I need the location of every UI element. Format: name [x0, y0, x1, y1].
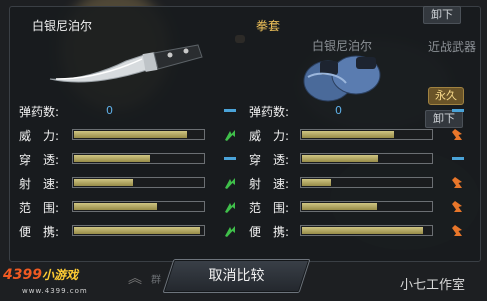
right-stat-value: 0 [335, 104, 342, 117]
left-stat-bar-fill [74, 227, 200, 234]
right-weapon-name: 拳套 [256, 19, 281, 33]
left-stat-bar [72, 201, 205, 212]
left-stat-bar [72, 225, 205, 236]
right-stat-bar [300, 153, 433, 164]
stat-row: 威 力: 威 力: [10, 127, 480, 143]
right-dash-icon [451, 152, 465, 166]
left-stat-bar [72, 177, 205, 188]
compare-up-arrow-icon [223, 200, 237, 214]
right-stat-bar-fill [302, 131, 394, 138]
left-weapon-name: 白银尼泊尔 [32, 19, 93, 33]
right-stat-bar [300, 177, 433, 188]
bg-item-name: 白银尼泊尔 [312, 39, 373, 53]
cancel-compare-label: 取消比较 [208, 268, 265, 284]
right-stat-bar [300, 201, 433, 212]
knife-image [49, 44, 203, 83]
compare-up-arrow-icon [223, 176, 237, 190]
logo-text: 小游戏 [41, 268, 78, 282]
compare-panel: 白银尼泊尔 拳套 卸下 白银尼泊尔 近战武器 永久 卸下 弹药数: 0 弹药数: 0 威… [9, 6, 481, 262]
watermark: 小七工作室 [400, 278, 466, 293]
right-stat-bar-fill [302, 179, 331, 186]
stat-row: 弹药数: 0 弹药数: 0 [10, 103, 480, 119]
stat-row: 范 围: 范 围: [10, 199, 480, 215]
site-logo: 4399小游戏 [3, 266, 78, 283]
double-chevron-icon: ︽ [128, 271, 142, 287]
right-stat-bar-fill [302, 203, 377, 210]
compare-up-arrow-icon [223, 224, 237, 238]
left-stat-bar [72, 153, 205, 164]
stat-row: 便 携: 便 携: [10, 223, 480, 239]
bg-category: 近战武器 [428, 40, 477, 54]
right-down-arrow-icon [451, 176, 465, 190]
left-stat-bar-fill [74, 131, 187, 138]
compare-dash-icon [223, 104, 237, 118]
compare-up-arrow-icon [223, 128, 237, 142]
right-down-arrow-icon [451, 128, 465, 142]
side-tab: 群 [151, 275, 161, 286]
left-stat-label: 弹药数: [19, 105, 60, 119]
compare-dash-icon [223, 152, 237, 166]
cancel-compare-button[interactable]: 取消比较 [162, 259, 311, 293]
logo-number: 4399 [3, 267, 42, 283]
left-stat-bar-fill [74, 203, 157, 210]
right-dash-icon [451, 104, 465, 118]
right-stat-bar [300, 129, 433, 140]
right-stat-bar [300, 225, 433, 236]
logo-url: www.4399.com [22, 287, 88, 295]
right-stat-bar-fill [302, 227, 423, 234]
right-stat-label: 弹药数: [249, 105, 290, 119]
stat-row: 射 速: 射 速: [10, 175, 480, 191]
right-down-arrow-icon [451, 200, 465, 214]
right-down-arrow-icon [451, 224, 465, 238]
left-stat-value: 0 [106, 104, 113, 117]
right-stat-bar-fill [302, 155, 378, 162]
glove-image [303, 55, 381, 102]
left-stat-bar [72, 129, 205, 140]
left-stat-bar-fill [74, 179, 133, 186]
stat-row: 穿 透: 穿 透: [10, 151, 480, 167]
unload-button-top[interactable]: 卸下 [423, 6, 461, 24]
left-stat-bar-fill [74, 155, 150, 162]
